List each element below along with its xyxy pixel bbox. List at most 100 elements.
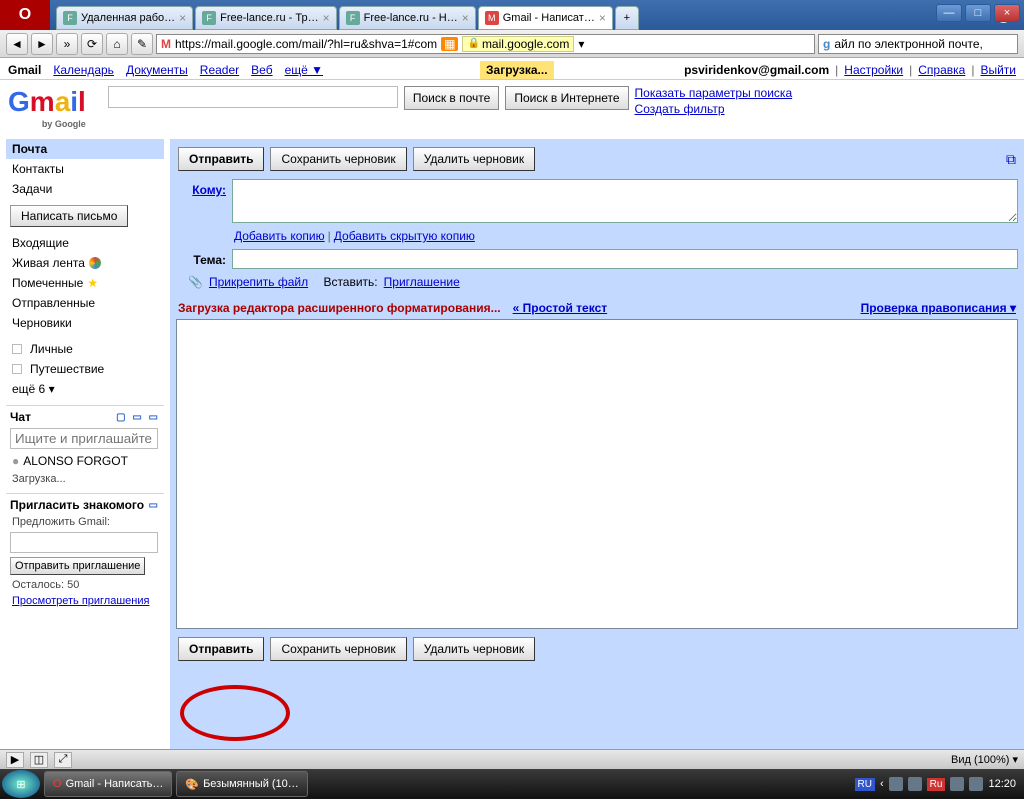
new-tab-button[interactable]: + bbox=[615, 6, 639, 30]
create-filter-link[interactable]: Создать фильтр bbox=[635, 102, 725, 116]
signout-link[interactable]: Выйти bbox=[980, 63, 1016, 77]
dropdown-icon[interactable]: ▾ bbox=[578, 37, 584, 51]
label-color-icon bbox=[12, 364, 22, 374]
mail-search-input[interactable] bbox=[108, 86, 398, 108]
close-icon[interactable]: × bbox=[323, 11, 330, 25]
close-icon[interactable]: × bbox=[599, 11, 606, 25]
search-options-link[interactable]: Показать параметры поиска bbox=[635, 86, 793, 100]
back-button[interactable]: ◄ bbox=[6, 33, 28, 55]
gbar-calendar[interactable]: Календарь bbox=[53, 63, 114, 77]
clock[interactable]: 12:20 bbox=[988, 778, 1016, 790]
discard-button-top[interactable]: Удалить черновик bbox=[413, 147, 535, 171]
fast-forward-button[interactable]: » bbox=[56, 33, 78, 55]
tab-2[interactable]: FFree-lance.ru - Тр…× bbox=[195, 6, 336, 30]
gbar-reader[interactable]: Reader bbox=[200, 63, 239, 77]
save-draft-button-top[interactable]: Сохранить черновик bbox=[270, 147, 406, 171]
tray-icon[interactable] bbox=[889, 777, 903, 791]
gbar-web[interactable]: Веб bbox=[251, 63, 272, 77]
message-body-editor[interactable] bbox=[176, 319, 1018, 629]
tab-4-active[interactable]: MGmail - Написат…× bbox=[478, 6, 613, 30]
tray-icon[interactable] bbox=[950, 777, 964, 791]
invite-email-input[interactable] bbox=[10, 532, 158, 553]
subject-input[interactable] bbox=[232, 249, 1018, 269]
settings-link[interactable]: Настройки bbox=[844, 63, 903, 77]
help-link[interactable]: Справка bbox=[918, 63, 965, 77]
wand-button[interactable]: ✎ bbox=[131, 33, 153, 55]
tray-chevron-icon[interactable]: ‹ bbox=[880, 778, 884, 790]
send-invite-button[interactable]: Отправить приглашение bbox=[10, 557, 145, 575]
sidebar-label-travel[interactable]: Путешествие bbox=[6, 359, 164, 379]
save-draft-button-bottom[interactable]: Сохранить черновик bbox=[270, 637, 406, 661]
sidebar-inbox[interactable]: Входящие bbox=[6, 233, 164, 253]
sidebar-drafts[interactable]: Черновики bbox=[6, 313, 164, 333]
popout-icon[interactable]: ⧉ bbox=[1006, 151, 1016, 168]
send-button-bottom[interactable]: Отправить bbox=[178, 637, 264, 661]
invite-collapse[interactable]: ▭ bbox=[149, 500, 160, 511]
tab-1[interactable]: FУдаленная рабо…× bbox=[56, 6, 193, 30]
gbar-gmail[interactable]: Gmail bbox=[8, 63, 41, 77]
sidebar-more-labels[interactable]: ещё 6 ▾ bbox=[6, 379, 164, 399]
add-bcc-link[interactable]: Добавить скрытую копию bbox=[334, 229, 475, 243]
chat-loading: Загрузка... bbox=[6, 471, 164, 487]
rss-icon[interactable]: ▦ bbox=[441, 37, 458, 51]
address-bar[interactable]: M https://mail.google.com/mail/?hl=ru&sh… bbox=[156, 34, 815, 54]
tray-lang-icon[interactable]: Ru bbox=[927, 778, 946, 791]
gmail-header: Gmail by Google Поиск в почте Поиск в Ин… bbox=[0, 80, 1024, 139]
sidebar-label-personal[interactable]: Личные bbox=[6, 339, 164, 359]
taskbar-opera[interactable]: OGmail - Написать… bbox=[44, 771, 172, 797]
discard-button-bottom[interactable]: Удалить черновик bbox=[413, 637, 535, 661]
insert-invitation-link[interactable]: Приглашение bbox=[384, 275, 460, 289]
send-button-top[interactable]: Отправить bbox=[178, 147, 264, 171]
sidebar-mail[interactable]: Почта bbox=[6, 139, 164, 159]
maximize-button[interactable]: □ bbox=[965, 4, 991, 22]
favicon: F bbox=[346, 11, 360, 25]
sidebar-starred[interactable]: Помеченные ★ bbox=[6, 273, 164, 293]
browser-search[interactable]: g айл по электронной почте, bbox=[818, 34, 1018, 54]
sidebar-tasks[interactable]: Задачи bbox=[6, 179, 164, 199]
sidebar-buzz[interactable]: Живая лента bbox=[6, 253, 164, 273]
sidebar-contacts[interactable]: Контакты bbox=[6, 159, 164, 179]
paperclip-icon: 📎 bbox=[188, 275, 203, 289]
search-web-button[interactable]: Поиск в Интернете bbox=[505, 86, 628, 110]
attach-file-link[interactable]: Прикрепить файл bbox=[209, 275, 308, 289]
sidebar-sent[interactable]: Отправленные bbox=[6, 293, 164, 313]
tray-icon[interactable] bbox=[908, 777, 922, 791]
forward-button[interactable]: ► bbox=[31, 33, 53, 55]
gbar-more[interactable]: ещё ▼ bbox=[285, 63, 323, 77]
close-icon[interactable]: × bbox=[179, 11, 186, 25]
tray-icon[interactable] bbox=[969, 777, 983, 791]
reload-button[interactable]: ⟳ bbox=[81, 33, 103, 55]
chat-search-input[interactable] bbox=[10, 428, 158, 449]
insert-label: Вставить: bbox=[323, 275, 377, 289]
to-input[interactable] bbox=[232, 179, 1018, 223]
fit-width-button[interactable]: ◫ bbox=[30, 752, 48, 768]
search-mail-button[interactable]: Поиск в почте bbox=[404, 86, 500, 110]
spellcheck-link[interactable]: Проверка правописания ▾ bbox=[861, 301, 1016, 315]
close-icon[interactable]: × bbox=[462, 11, 469, 25]
chat-controls[interactable]: ▢ ▭ ▭ bbox=[116, 412, 160, 423]
minimize-button[interactable]: — bbox=[936, 4, 962, 22]
plain-text-link[interactable]: « Простой текст bbox=[513, 301, 608, 315]
url-text: https://mail.google.com/mail/?hl=ru&shva… bbox=[175, 37, 437, 51]
panel-toggle-button[interactable]: ▶ bbox=[6, 752, 24, 768]
taskbar-paint[interactable]: 🎨Безымянный (10… bbox=[176, 771, 307, 797]
view-zoom-label[interactable]: Вид (100%) ▾ bbox=[951, 753, 1018, 766]
tab-3[interactable]: FFree-lance.ru - Н…× bbox=[339, 6, 476, 30]
language-indicator[interactable]: RU bbox=[855, 778, 875, 791]
opera-menu-button[interactable]: O bbox=[0, 0, 50, 30]
view-invites-link[interactable]: Просмотреть приглашения bbox=[6, 595, 155, 607]
red-circle-annotation bbox=[180, 685, 290, 741]
favicon: M bbox=[485, 11, 499, 25]
add-cc-link[interactable]: Добавить копию bbox=[234, 229, 325, 243]
zoom-button[interactable]: ⤢ bbox=[54, 752, 72, 768]
home-button[interactable]: ⌂ bbox=[106, 33, 128, 55]
to-label-link[interactable]: Кому: bbox=[192, 183, 226, 197]
gmail-logo[interactable]: Gmail by Google bbox=[8, 86, 86, 129]
start-button[interactable]: ⊞ bbox=[2, 770, 40, 798]
chat-contact[interactable]: ● ALONSO FORGOT bbox=[6, 451, 164, 471]
window-close-button[interactable]: × bbox=[994, 4, 1020, 22]
gbar-docs[interactable]: Документы bbox=[126, 63, 188, 77]
compose-button[interactable]: Написать письмо bbox=[10, 205, 128, 227]
invite-header: Пригласить знакомого▭ bbox=[6, 493, 164, 514]
security-domain[interactable]: 🔒mail.google.com bbox=[462, 36, 574, 52]
